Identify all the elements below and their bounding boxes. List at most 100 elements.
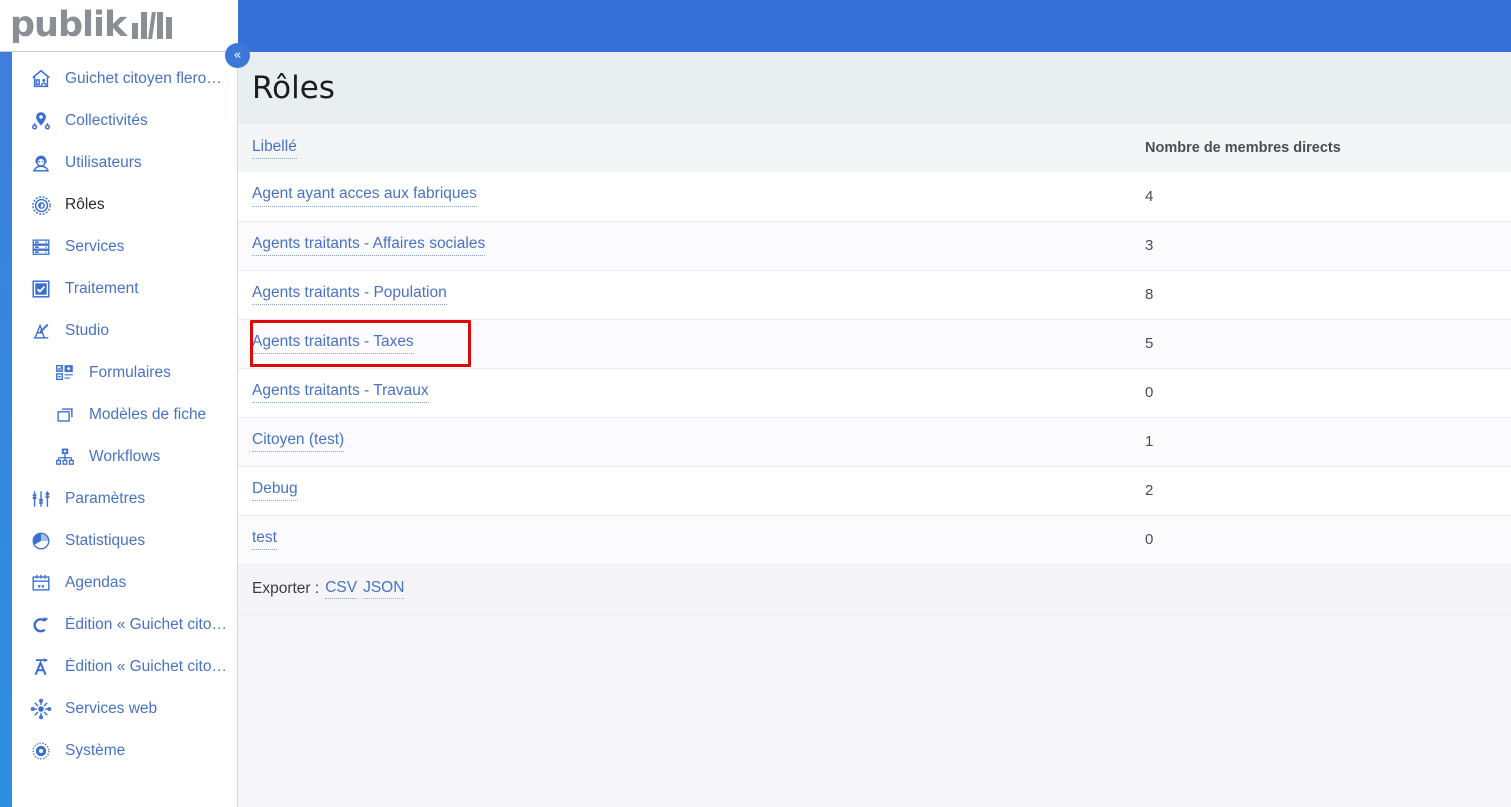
table-row: test 0: [238, 515, 1511, 565]
role-label-cell: test: [238, 515, 1131, 565]
sliders-icon: [28, 486, 54, 512]
role-count-cell: 2: [1131, 466, 1511, 516]
brand-logo[interactable]: publik: [0, 0, 238, 52]
table-row: Agent ayant acces aux fabriques 4: [238, 172, 1511, 222]
role-label-cell: Agents traitants - Travaux: [238, 368, 1131, 418]
sidebar-nav: Guichet citoyen fleron - ... Collectivit…: [12, 58, 238, 772]
sidebar-item-traitement[interactable]: Traitement: [12, 268, 238, 310]
page-title: Rôles: [252, 69, 335, 106]
sidebar-item-label: Statistiques: [65, 532, 146, 549]
sidebar-item-edition-guichet-c[interactable]: Édition « Guichet citoye...: [12, 604, 238, 646]
export-label: Exporter :: [252, 580, 320, 597]
sidebar-item-label: Édition « Guichet citoye...: [65, 616, 227, 633]
export-csv-link[interactable]: CSV: [325, 579, 358, 599]
column-header-count: Nombre de membres directs: [1131, 124, 1511, 172]
sidebar-item-label: Agendas: [65, 574, 127, 591]
publik-bars-logo-icon: [132, 12, 173, 39]
sidebar-item-label: Services: [65, 238, 125, 255]
table-header-row: Libellé Nombre de membres directs: [238, 124, 1511, 172]
table-body: Agent ayant acces aux fabriques 4 Agents…: [238, 172, 1511, 565]
role-count-cell: 1: [1131, 417, 1511, 467]
export-json-link[interactable]: JSON: [363, 579, 405, 599]
column-header-label: Libellé: [238, 124, 1131, 172]
roles-table: Libellé Nombre de membres directs Agent …: [238, 124, 1511, 565]
role-link[interactable]: Agents traitants - Affaires sociales: [252, 235, 486, 257]
form-add-icon: [52, 360, 78, 386]
sidebar-item-label: Rôles: [65, 196, 105, 213]
user-icon: [28, 150, 54, 176]
roles-gear-icon: [28, 192, 54, 218]
sidebar-item-label: Édition « Guichet citoye...: [65, 658, 227, 675]
webservices-icon: [28, 696, 54, 722]
brand-name: publik: [10, 5, 127, 45]
sidebar-accent-strip: [0, 52, 12, 807]
table-row: Agents traitants - Travaux 0: [238, 368, 1511, 418]
calendar-icon: [28, 570, 54, 596]
role-link[interactable]: Debug: [252, 480, 298, 502]
home-user-icon: [28, 66, 54, 92]
table-row: Agents traitants - Affaires sociales 3: [238, 221, 1511, 271]
sidebar-item-label: Studio: [65, 322, 109, 339]
sidebar-item-label: Utilisateurs: [65, 154, 142, 171]
role-label-cell: Agents traitants - Population: [238, 270, 1131, 320]
sidebar-item-services-web[interactable]: Services web: [12, 688, 238, 730]
pie-chart-icon: [28, 528, 54, 554]
sidebar-item-modeles-de-fiche[interactable]: Modèles de fiche: [12, 394, 238, 436]
sidebar-item-label: Système: [65, 742, 126, 759]
table-head: Libellé Nombre de membres directs: [238, 124, 1511, 172]
role-link[interactable]: test: [252, 529, 277, 551]
role-count-cell: 3: [1131, 221, 1511, 271]
sidebar-collapse-button[interactable]: «: [225, 43, 250, 68]
role-count-cell: 4: [1131, 172, 1511, 222]
chevron-double-left-icon: «: [233, 48, 242, 63]
sidebar-item-label: Formulaires: [89, 364, 171, 381]
page-header: Rôles: [238, 52, 1511, 124]
sidebar-item-label: Traitement: [65, 280, 139, 297]
export-bar: Exporter : CSV JSON: [238, 564, 1511, 615]
role-link[interactable]: Agents traitants - Population: [252, 284, 447, 306]
role-label-cell: Agents traitants - Affaires sociales: [238, 221, 1131, 271]
top-bar: [238, 0, 1511, 52]
sort-by-label-link[interactable]: Libellé: [252, 138, 297, 159]
role-label-cell: Agent ayant acces aux fabriques: [238, 172, 1131, 222]
workflow-icon: [52, 444, 78, 470]
checkbox-icon: [28, 276, 54, 302]
sidebar-item-parametres[interactable]: Paramètres: [12, 478, 238, 520]
sidebar-item-label: Services web: [65, 700, 158, 717]
role-count-cell: 0: [1131, 368, 1511, 418]
system-gear-icon: [28, 738, 54, 764]
edit-a-icon: [28, 654, 54, 680]
sidebar-item-edition-guichet-a[interactable]: Édition « Guichet citoye...: [12, 646, 238, 688]
table-row: Agents traitants - Population 8: [238, 270, 1511, 320]
edit-c-icon: [28, 612, 54, 638]
server-icon: [28, 234, 54, 260]
sidebar-item-services[interactable]: Services: [12, 226, 238, 268]
role-label-cell: Citoyen (test): [238, 417, 1131, 467]
role-label-cell: Agents traitants - Taxes: [238, 319, 1131, 369]
table-row: Agents traitants - Taxes 5: [238, 319, 1511, 369]
table-row: Citoyen (test) 1: [238, 417, 1511, 467]
sidebar-item-label: Collectivités: [65, 112, 148, 129]
sidebar-item-formulaires[interactable]: Formulaires: [12, 352, 238, 394]
studio-pen-icon: [28, 318, 54, 344]
role-link-highlighted[interactable]: Agents traitants - Taxes: [252, 333, 414, 355]
sidebar-item-workflows[interactable]: Workflows: [12, 436, 238, 478]
sidebar-item-agendas[interactable]: Agendas: [12, 562, 238, 604]
sidebar-item-collectivites[interactable]: Collectivités: [12, 100, 238, 142]
app-root: publik Guichet citoyen fleron - ... Coll…: [0, 0, 1511, 807]
main-content: Rôles Libellé Nombre de membres directs …: [238, 52, 1511, 807]
sidebar-item-studio[interactable]: Studio: [12, 310, 238, 352]
sidebar-item-guichet-citoyen[interactable]: Guichet citoyen fleron - ...: [12, 58, 238, 100]
role-link[interactable]: Agents traitants - Travaux: [252, 382, 429, 404]
role-count-cell: 0: [1131, 515, 1511, 565]
role-label-cell: Debug: [238, 466, 1131, 516]
sidebar-item-label: Guichet citoyen fleron - ...: [65, 70, 227, 87]
sidebar-item-statistiques[interactable]: Statistiques: [12, 520, 238, 562]
sidebar-item-utilisateurs[interactable]: Utilisateurs: [12, 142, 238, 184]
role-link[interactable]: Agent ayant acces aux fabriques: [252, 185, 477, 208]
sidebar-item-label: Paramètres: [65, 490, 146, 507]
sidebar-item-label: Workflows: [89, 448, 161, 465]
role-link[interactable]: Citoyen (test): [252, 431, 345, 453]
sidebar-item-systeme[interactable]: Système: [12, 730, 238, 772]
sidebar-item-roles[interactable]: Rôles: [12, 184, 238, 226]
